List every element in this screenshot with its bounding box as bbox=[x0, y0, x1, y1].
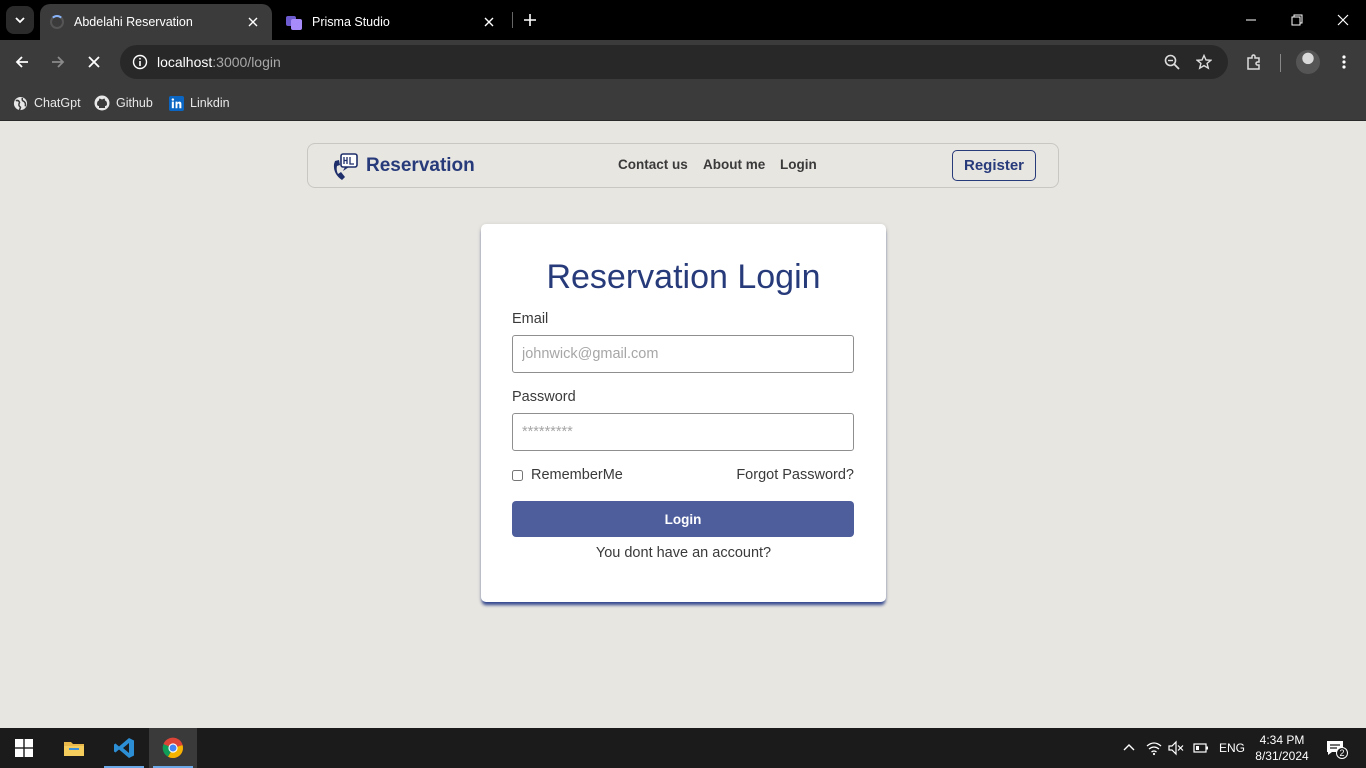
chrome-icon bbox=[162, 737, 183, 759]
close-window-button[interactable] bbox=[1320, 0, 1366, 40]
bookmark-linkedin[interactable]: Linkdin bbox=[168, 92, 230, 114]
linkedin-icon bbox=[168, 95, 184, 111]
bookmark-label: Github bbox=[116, 96, 153, 110]
remember-me-label: RememberMe bbox=[531, 467, 623, 483]
arrow-right-icon bbox=[52, 56, 65, 68]
brand-name[interactable]: Reservation bbox=[366, 155, 475, 177]
browser-toolbar: localhost:3000/login bbox=[0, 40, 1366, 85]
remember-me-checkbox[interactable] bbox=[512, 469, 523, 481]
tab-prisma-studio[interactable]: Prisma Studio bbox=[276, 4, 508, 40]
forgot-password-link[interactable]: Forgot Password? bbox=[736, 467, 854, 483]
bookmark-label: Linkdin bbox=[190, 96, 230, 110]
close-icon bbox=[88, 56, 100, 68]
loading-spinner-icon bbox=[50, 15, 64, 29]
bookmark-label: ChatGpt bbox=[34, 96, 81, 110]
password-label: Password bbox=[512, 389, 576, 405]
battery-status[interactable] bbox=[1191, 738, 1211, 758]
show-hidden-icons-button[interactable] bbox=[1119, 738, 1139, 758]
zoom-out-icon bbox=[1164, 54, 1180, 70]
tab-title: Abdelahi Reservation bbox=[74, 15, 193, 29]
restore-icon bbox=[1291, 14, 1303, 26]
forward-button[interactable] bbox=[44, 48, 72, 76]
notification-center-button[interactable]: 2 bbox=[1323, 738, 1348, 759]
plus-icon bbox=[524, 14, 536, 26]
nav-link-login[interactable]: Login bbox=[780, 157, 817, 172]
chevron-up-icon bbox=[1123, 744, 1135, 751]
close-icon bbox=[1337, 14, 1349, 26]
bookmark-github[interactable]: Github bbox=[94, 92, 153, 114]
folder-icon bbox=[64, 742, 84, 756]
tab-search-button[interactable] bbox=[6, 6, 34, 34]
nav-link-about-me[interactable]: About me bbox=[703, 157, 765, 172]
speaker-muted-icon bbox=[1168, 740, 1184, 756]
volume-control[interactable] bbox=[1166, 738, 1186, 758]
wifi-icon bbox=[1146, 742, 1162, 756]
prisma-icon bbox=[286, 14, 302, 30]
close-tab-button[interactable] bbox=[244, 13, 262, 31]
toolbar-divider bbox=[1280, 54, 1281, 72]
close-icon bbox=[248, 17, 258, 27]
tab-abdelahi-reservation[interactable]: Abdelahi Reservation bbox=[40, 4, 272, 40]
system-clock[interactable]: 4:34 PM 8/31/2024 bbox=[1250, 732, 1314, 764]
vscode-icon bbox=[114, 738, 134, 758]
new-tab-button[interactable] bbox=[518, 8, 542, 32]
email-label: Email bbox=[512, 311, 549, 327]
login-card: Reservation Login Email Password Remembe… bbox=[481, 224, 886, 602]
profile-avatar[interactable] bbox=[1296, 50, 1320, 74]
zoom-button[interactable] bbox=[1160, 50, 1184, 74]
start-button[interactable] bbox=[0, 728, 48, 768]
email-field[interactable] bbox=[512, 335, 854, 373]
taskbar-vscode[interactable] bbox=[100, 728, 148, 768]
minimize-button[interactable] bbox=[1228, 0, 1274, 40]
network-status[interactable] bbox=[1144, 738, 1164, 758]
extensions-button[interactable] bbox=[1240, 48, 1268, 76]
browser-tab-strip: Abdelahi Reservation Prisma Studio bbox=[0, 0, 1366, 40]
notification-count-badge: 2 bbox=[1336, 747, 1348, 759]
register-button[interactable]: Register bbox=[952, 150, 1036, 181]
arrow-left-icon bbox=[15, 56, 28, 68]
restore-button[interactable] bbox=[1274, 0, 1320, 40]
address-bar[interactable]: localhost:3000/login bbox=[120, 45, 1228, 79]
chevron-down-icon bbox=[15, 17, 25, 24]
site-info-button[interactable] bbox=[128, 50, 152, 74]
tab-separator bbox=[512, 12, 513, 28]
info-icon bbox=[132, 54, 148, 70]
tab-title: Prisma Studio bbox=[312, 15, 390, 29]
globe-icon bbox=[12, 95, 28, 111]
url-text: localhost:3000/login bbox=[157, 54, 281, 70]
close-icon bbox=[484, 17, 494, 27]
bookmark-chatgpt[interactable]: ChatGpt bbox=[12, 92, 81, 114]
bookmarks-bar: ChatGpt Github Linkdin bbox=[0, 85, 1366, 121]
clock-time: 4:34 PM bbox=[1259, 733, 1305, 747]
taskbar-file-explorer[interactable] bbox=[50, 728, 98, 768]
clock-date: 8/31/2024 bbox=[1255, 749, 1309, 763]
bookmark-star-button[interactable] bbox=[1192, 50, 1216, 74]
stop-loading-button[interactable] bbox=[80, 48, 108, 76]
no-account-link[interactable]: You dont have an account? bbox=[481, 545, 886, 561]
browser-menu-button[interactable] bbox=[1330, 48, 1358, 76]
login-submit-button[interactable]: Login bbox=[512, 501, 854, 537]
battery-icon bbox=[1193, 743, 1208, 753]
github-icon bbox=[94, 95, 110, 111]
windows-taskbar: ENG 4:34 PM 8/31/2024 2 bbox=[0, 728, 1366, 768]
site-navbar: Reservation Contact us About me Login Re… bbox=[307, 143, 1059, 188]
password-field[interactable] bbox=[512, 413, 854, 451]
remember-me-option[interactable]: RememberMe bbox=[512, 467, 623, 483]
star-icon bbox=[1196, 54, 1212, 70]
input-language[interactable]: ENG bbox=[1219, 741, 1245, 755]
puzzle-icon bbox=[1247, 54, 1260, 70]
back-button[interactable] bbox=[8, 48, 36, 76]
login-title: Reservation Login bbox=[546, 258, 821, 296]
nav-link-contact-us[interactable]: Contact us bbox=[618, 157, 688, 172]
reservation-logo-icon[interactable] bbox=[330, 152, 360, 182]
more-vertical-icon bbox=[1342, 55, 1346, 69]
taskbar-chrome[interactable] bbox=[149, 728, 197, 768]
windows-icon bbox=[15, 739, 33, 757]
close-tab-button[interactable] bbox=[480, 13, 498, 31]
minimize-icon bbox=[1246, 19, 1256, 21]
